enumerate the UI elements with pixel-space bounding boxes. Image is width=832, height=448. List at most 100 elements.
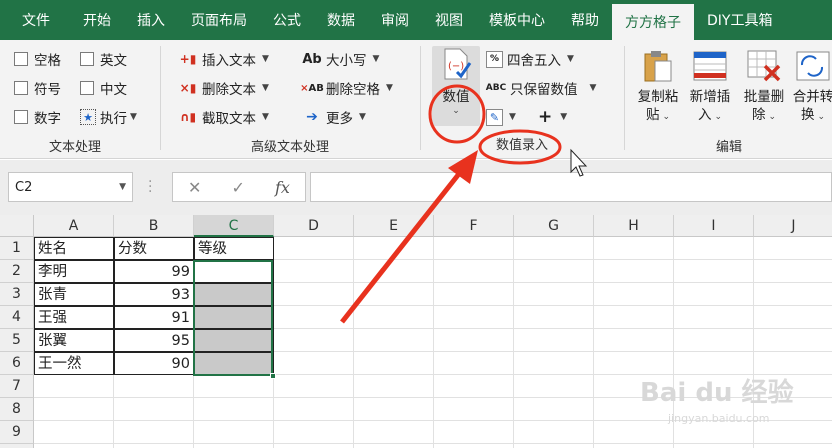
cell-b9[interactable] xyxy=(114,421,194,444)
tab-data[interactable]: 数据 xyxy=(314,0,368,40)
cell-g10[interactable] xyxy=(514,444,594,448)
tab-page-layout[interactable]: 页面布局 xyxy=(178,0,260,40)
column-header-g[interactable]: G xyxy=(514,215,594,237)
delete-text-button[interactable]: ×▮ 删除文本 ▼ xyxy=(178,76,269,100)
cell-d2[interactable] xyxy=(274,260,354,283)
cell-h9[interactable] xyxy=(594,421,674,444)
check-symbol[interactable]: 符号 xyxy=(14,76,61,100)
new-insert-button[interactable]: 新增插 入 ⌄ xyxy=(684,48,736,126)
insert-text-button[interactable]: +▮ 插入文本 ▼ xyxy=(178,47,269,71)
cancel-icon[interactable]: ✕ xyxy=(188,178,201,197)
row-header-2[interactable]: 2 xyxy=(0,260,34,283)
cell-i1[interactable] xyxy=(674,237,754,260)
column-header-j[interactable]: J xyxy=(754,215,832,237)
cell-i4[interactable] xyxy=(674,306,754,329)
cell-i3[interactable] xyxy=(674,283,754,306)
cell-b5[interactable]: 95 xyxy=(114,329,194,352)
cell-j1[interactable] xyxy=(754,237,832,260)
column-header-i[interactable]: I xyxy=(674,215,754,237)
tab-insert[interactable]: 插入 xyxy=(124,0,178,40)
cell-e5[interactable] xyxy=(354,329,434,352)
cell-d8[interactable] xyxy=(274,398,354,421)
cell-f3[interactable] xyxy=(434,283,514,306)
check-number[interactable]: 数字 xyxy=(14,105,61,129)
edit-pen-button[interactable]: ✎ ▼ xyxy=(486,105,516,129)
plus-button[interactable]: + ▼ xyxy=(538,105,567,129)
cell-a9[interactable] xyxy=(34,421,114,444)
tab-review[interactable]: 审阅 xyxy=(368,0,422,40)
cell-j2[interactable] xyxy=(754,260,832,283)
cell-c1[interactable]: 等级 xyxy=(194,237,274,260)
column-header-d[interactable]: D xyxy=(274,215,354,237)
cell-c10[interactable] xyxy=(194,444,274,448)
row-header-5[interactable]: 5 xyxy=(0,329,34,352)
checkbox-icon[interactable] xyxy=(80,81,94,95)
fill-handle[interactable] xyxy=(270,373,276,379)
cell-e7[interactable] xyxy=(354,375,434,398)
cell-d5[interactable] xyxy=(274,329,354,352)
tab-home[interactable]: 开始 xyxy=(70,0,124,40)
column-header-c[interactable]: C xyxy=(194,215,274,237)
cell-f2[interactable] xyxy=(434,260,514,283)
cell-g3[interactable] xyxy=(514,283,594,306)
cell-b6[interactable]: 90 xyxy=(114,352,194,375)
checkbox-icon[interactable] xyxy=(14,81,28,95)
column-header-b[interactable]: B xyxy=(114,215,194,237)
cell-g2[interactable] xyxy=(514,260,594,283)
batch-delete-button[interactable]: 批量删 除 ⌄ xyxy=(738,48,790,126)
cell-h4[interactable] xyxy=(594,306,674,329)
name-box[interactable]: C2 ▼ xyxy=(8,172,133,202)
cell-c9[interactable] xyxy=(194,421,274,444)
cell-d4[interactable] xyxy=(274,306,354,329)
cell-e2[interactable] xyxy=(354,260,434,283)
cell-h10[interactable] xyxy=(594,444,674,448)
cell-f9[interactable] xyxy=(434,421,514,444)
case-button[interactable]: Ab 大小写 ▼ xyxy=(302,47,379,71)
cell-f4[interactable] xyxy=(434,306,514,329)
cell-c4[interactable] xyxy=(194,306,274,329)
row-header-8[interactable]: 8 xyxy=(0,398,34,421)
cell-b10[interactable] xyxy=(114,444,194,448)
cell-a1[interactable]: 姓名 xyxy=(34,237,114,260)
cell-e1[interactable] xyxy=(354,237,434,260)
delete-space-button[interactable]: × AB 删除空格 ▼ xyxy=(300,76,393,100)
cell-b8[interactable] xyxy=(114,398,194,421)
row-header-6[interactable]: 6 xyxy=(0,352,34,375)
row-header-3[interactable]: 3 xyxy=(0,283,34,306)
cell-c8[interactable] xyxy=(194,398,274,421)
cell-f5[interactable] xyxy=(434,329,514,352)
cell-c5[interactable] xyxy=(194,329,274,352)
cell-g1[interactable] xyxy=(514,237,594,260)
formula-input[interactable] xyxy=(310,172,832,202)
tab-view[interactable]: 视图 xyxy=(422,0,476,40)
cell-i2[interactable] xyxy=(674,260,754,283)
tab-help[interactable]: 帮助 xyxy=(558,0,612,40)
cell-d9[interactable] xyxy=(274,421,354,444)
cell-i10[interactable] xyxy=(674,444,754,448)
tab-file[interactable]: 文件 xyxy=(0,0,70,40)
checkbox-icon[interactable] xyxy=(14,110,28,124)
cell-h1[interactable] xyxy=(594,237,674,260)
cell-d10[interactable] xyxy=(274,444,354,448)
tab-diy-toolbox[interactable]: DIY工具箱 xyxy=(694,0,785,40)
cell-c6[interactable] xyxy=(194,352,274,375)
cell-c3[interactable] xyxy=(194,283,274,306)
cell-f10[interactable] xyxy=(434,444,514,448)
round-button[interactable]: % 四舍五入 ▼ xyxy=(486,47,574,71)
cell-d1[interactable] xyxy=(274,237,354,260)
execute-button[interactable]: ★ 执行 ▼ xyxy=(80,105,137,129)
cell-a4[interactable]: 王强 xyxy=(34,306,114,329)
cell-a8[interactable] xyxy=(34,398,114,421)
cell-g5[interactable] xyxy=(514,329,594,352)
cell-g4[interactable] xyxy=(514,306,594,329)
cell-j4[interactable] xyxy=(754,306,832,329)
tab-template-center[interactable]: 模板中心 xyxy=(476,0,558,40)
select-all-corner[interactable] xyxy=(0,215,34,237)
number-big-button[interactable]: (−) 数值 ⌄ xyxy=(432,46,480,126)
row-header-7[interactable]: 7 xyxy=(0,375,34,398)
cell-e3[interactable] xyxy=(354,283,434,306)
cell-j5[interactable] xyxy=(754,329,832,352)
cell-b2[interactable]: 99 xyxy=(114,260,194,283)
column-header-f[interactable]: F xyxy=(434,215,514,237)
cell-a6[interactable]: 王一然 xyxy=(34,352,114,375)
